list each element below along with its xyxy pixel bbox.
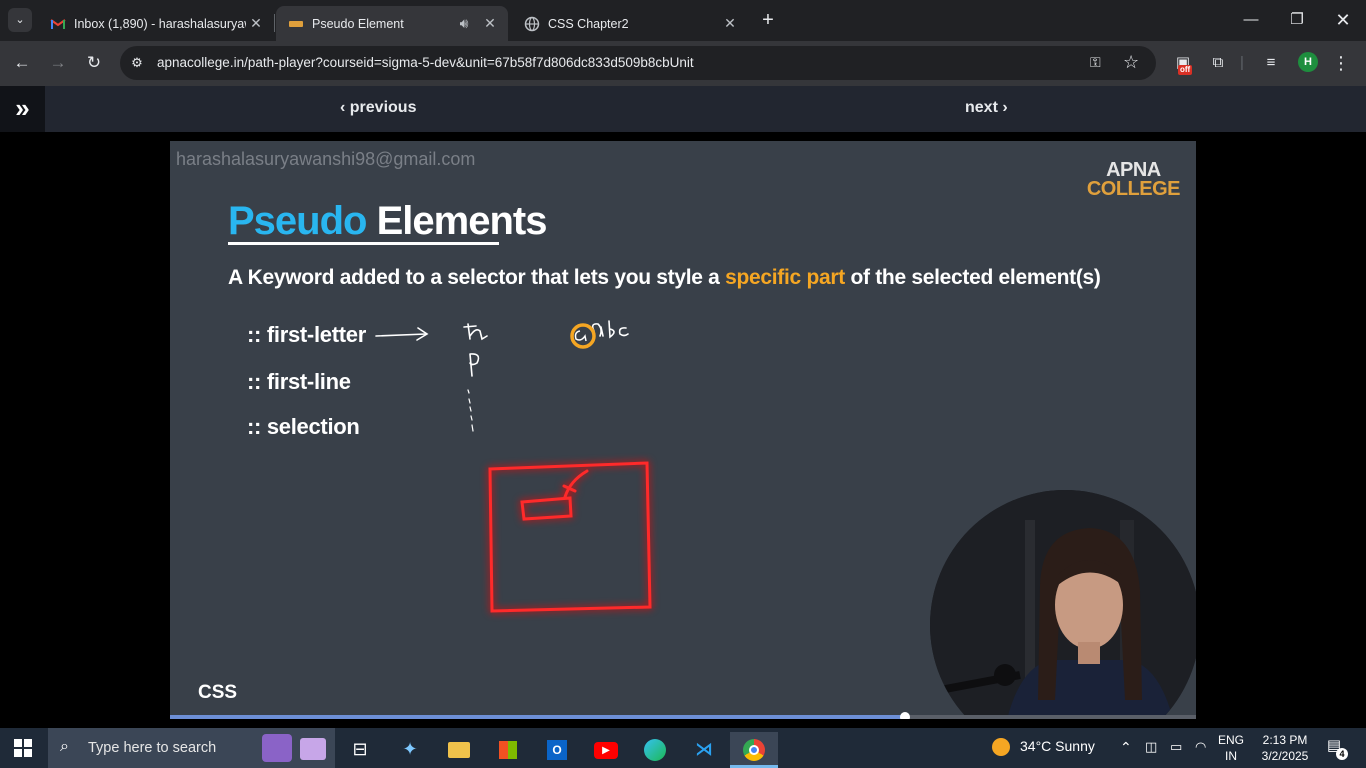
reload-button[interactable]: ↻	[82, 51, 106, 75]
tab-pseudo-element[interactable]: Pseudo Element 🔊︎ ✕	[276, 6, 508, 41]
red-box-inner	[520, 496, 573, 521]
meet-icon[interactable]: ◫	[1145, 739, 1157, 755]
close-tab-icon[interactable]: ✕	[246, 15, 266, 32]
gmail-icon	[50, 16, 66, 32]
progress-fill	[170, 715, 905, 719]
windows-start-icon[interactable]	[14, 739, 32, 757]
course-label: CSS	[198, 682, 238, 703]
clock[interactable]: 2:13 PM 3/2/2025	[1252, 732, 1318, 764]
windows-taskbar: ⌕ Type here to search ⊟ ✦ O ▶ ⋊ 34°C Sun…	[0, 728, 1366, 768]
lang-bottom: IN	[1225, 749, 1237, 763]
player-nav-bar: » ‹ previous next ›	[0, 86, 1366, 132]
tab-search-button[interactable]: ⌄	[8, 8, 32, 32]
site-info-icon[interactable]: ⚙	[128, 54, 146, 72]
media-control-icon[interactable]: ≡	[1260, 52, 1282, 74]
wifi-icon[interactable]: ◠	[1195, 739, 1206, 755]
password-key-icon[interactable]: ⚿	[1090, 54, 1101, 71]
battery-icon[interactable]: ▭	[1170, 739, 1182, 755]
red-box-f	[562, 469, 589, 499]
toolbar-divider: |	[1240, 54, 1244, 71]
apnacollege-icon	[288, 16, 304, 32]
new-tab-button[interactable]: +	[758, 10, 778, 30]
previous-button[interactable]: ‹ previous	[340, 99, 416, 117]
next-button[interactable]: next ›	[965, 99, 1008, 117]
vscode-icon[interactable]: ⋊	[684, 732, 724, 768]
handwriting-h	[463, 323, 488, 341]
chrome-icon[interactable]	[730, 732, 778, 768]
handwriting-abc	[591, 320, 629, 339]
microsoft-store-icon[interactable]	[488, 732, 528, 768]
speaker-icon[interactable]: 🔊︎	[454, 15, 474, 32]
close-tab-icon[interactable]: ✕	[720, 15, 740, 32]
lang-top: ENG	[1217, 733, 1244, 747]
sun-icon	[992, 738, 1010, 757]
taskbar-search-box[interactable]: ⌕ Type here to search	[48, 728, 335, 768]
forward-button[interactable]: →	[46, 51, 70, 75]
close-window-button[interactable]: ✕	[1320, 0, 1366, 41]
bookmark-star-icon[interactable]: ☆	[1123, 52, 1139, 73]
clock-date: 3/2/2025	[1261, 749, 1309, 763]
puzzle-icon[interactable]: ⧉	[1207, 52, 1229, 74]
close-tab-icon[interactable]: ✕	[480, 15, 500, 32]
url-text[interactable]: apnacollege.in/path-player?courseid=sigm…	[157, 55, 694, 70]
clock-time: 2:13 PM	[1262, 733, 1308, 747]
notification-count: 4	[1336, 748, 1348, 760]
handwriting-a	[574, 330, 587, 342]
youtube-icon[interactable]: ▶	[586, 732, 626, 768]
globe-icon	[524, 16, 540, 32]
search-placeholder: Type here to search	[88, 740, 217, 756]
handwriting-p	[469, 353, 480, 377]
copilot-icon[interactable]: ✦	[390, 732, 430, 768]
weather-text: 34°C Sunny	[1020, 738, 1095, 754]
browser-toolbar: ← → ↻ ⚙ apnacollege.in/path-player?cours…	[0, 41, 1366, 86]
tray-chevron-icon[interactable]: ⌃	[1120, 739, 1132, 755]
task-view-icon[interactable]: ⊟	[340, 732, 380, 768]
edge-icon[interactable]	[635, 732, 675, 768]
search-highlight-icon-2	[300, 738, 326, 760]
weather-widget[interactable]: 34°C Sunny	[992, 738, 1095, 757]
back-button[interactable]: ←	[10, 51, 34, 75]
video-progress-bar[interactable]	[170, 712, 1196, 719]
minimize-button[interactable]: —	[1228, 0, 1274, 41]
tab-divider	[274, 14, 275, 32]
tab-gmail[interactable]: Inbox (1,890) - harashalasuryaw ✕	[38, 6, 274, 41]
profile-avatar[interactable]: H	[1298, 52, 1318, 72]
video-player[interactable]: harashalasuryawanshi98@gmail.com APNA CO…	[170, 141, 1196, 719]
language-indicator[interactable]: ENG IN	[1216, 732, 1246, 764]
handwriting-dots	[467, 389, 474, 432]
extension-badge: off	[1178, 65, 1193, 75]
file-explorer-icon[interactable]	[439, 732, 479, 768]
search-highlight-icon	[262, 734, 292, 762]
expand-sidebar-icon[interactable]: »	[0, 86, 45, 132]
arrow-line	[375, 333, 427, 337]
restore-button[interactable]: ❐	[1274, 0, 1320, 41]
more-menu-icon[interactable]: ⋮	[1330, 52, 1352, 74]
tab-css-chapter2[interactable]: CSS Chapter2 ✕	[512, 6, 748, 41]
tab-strip: ⌄ Inbox (1,890) - harashalasuryaw ✕ Pseu…	[0, 0, 1366, 41]
address-bar[interactable]: ⚙ apnacollege.in/path-player?courseid=si…	[120, 46, 1156, 80]
search-icon: ⌕	[60, 738, 69, 755]
progress-scrubber[interactable]	[899, 712, 910, 719]
outlook-icon[interactable]: O	[537, 732, 577, 768]
